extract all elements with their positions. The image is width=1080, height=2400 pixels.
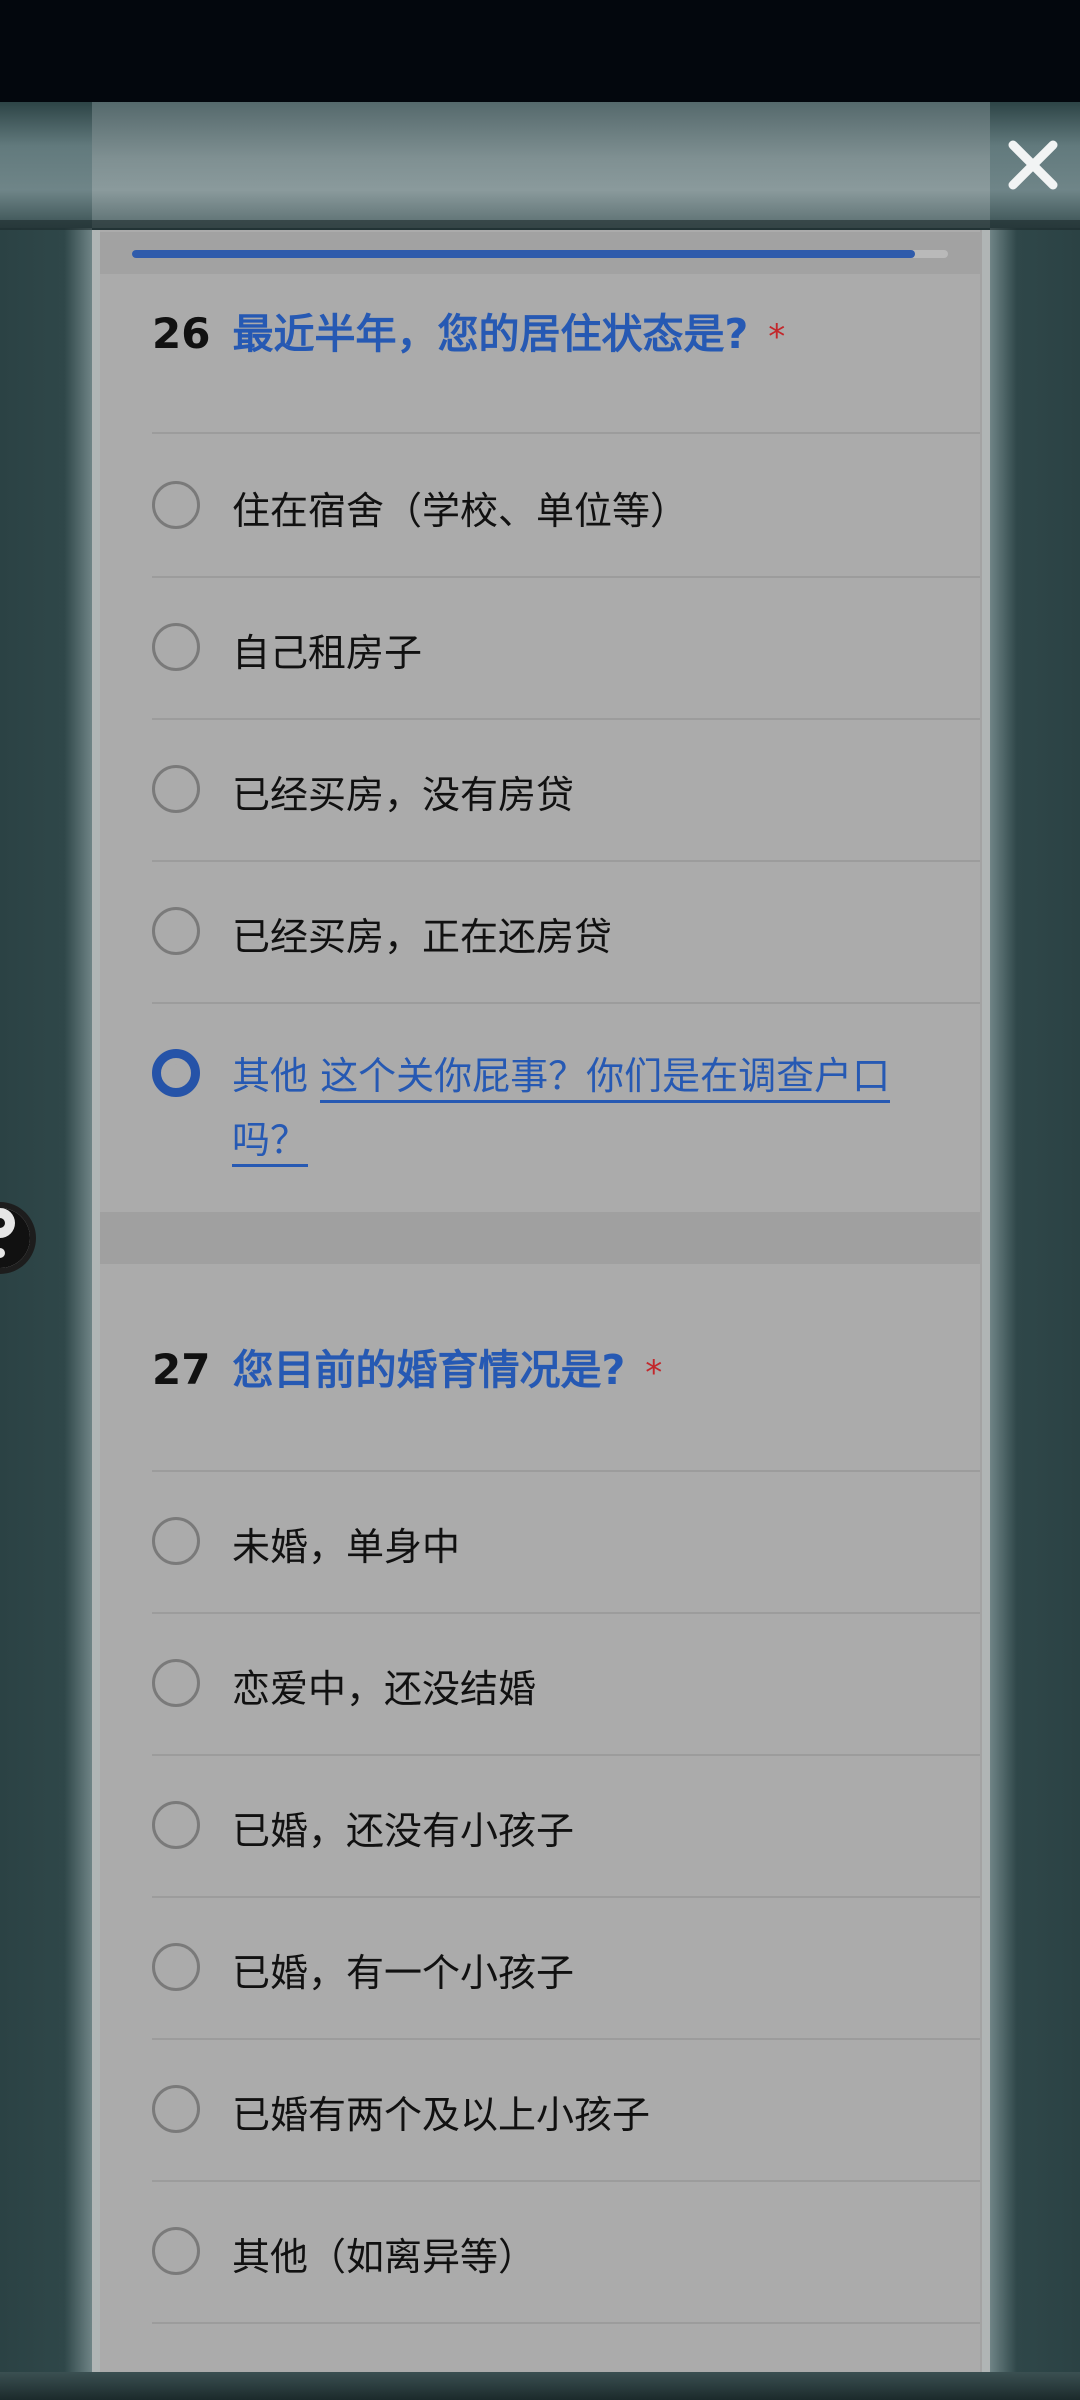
radio-q26-other[interactable] <box>152 1049 200 1097</box>
required-mark: * <box>768 317 786 357</box>
divider <box>152 1470 980 1472</box>
divider <box>152 860 980 862</box>
question-number: 26 <box>152 309 211 358</box>
option-label: 其他 <box>232 1054 309 1098</box>
divider <box>152 2038 980 2040</box>
question-27-title: 27 您目前的婚育情况是? * <box>152 1336 662 1396</box>
option-label[interactable]: 未婚，单身中 <box>232 1516 460 1571</box>
top-bar-shadow <box>0 220 1080 230</box>
close-button[interactable] <box>998 130 1068 200</box>
radio-q26-rent[interactable] <box>152 623 200 671</box>
radio-q26-owned-mortgage[interactable] <box>152 907 200 955</box>
survey-card <box>100 230 980 2400</box>
divider <box>152 2322 980 2324</box>
question-26-title: 26 最近半年，您的居住状态是? * <box>152 300 785 360</box>
radio-q26-dorm[interactable] <box>152 481 200 529</box>
status-bar <box>0 0 1080 102</box>
option-label[interactable]: 自己租房子 <box>232 622 422 677</box>
question-text: 您目前的婚育情况是? <box>232 1346 626 1394</box>
question-text: 最近半年，您的居住状态是? <box>232 310 749 358</box>
radio-q27-dating[interactable] <box>152 1659 200 1707</box>
option-label[interactable]: 住在宿舍（学校、单位等） <box>232 480 688 535</box>
top-bar-inner <box>92 102 990 228</box>
radio-q27-other[interactable] <box>152 2227 200 2275</box>
option-label[interactable]: 已婚，还没有小孩子 <box>232 1800 574 1855</box>
option-label[interactable]: 已婚有两个及以上小孩子 <box>232 2084 650 2139</box>
option-label[interactable]: 其他（如离异等） <box>232 2226 536 2281</box>
panel-edge-right <box>982 230 990 2400</box>
radio-q27-married-one-child[interactable] <box>152 1943 200 1991</box>
option-label[interactable]: 已经买房，没有房贷 <box>232 764 574 819</box>
panel-edge-left <box>92 230 100 2400</box>
radio-q27-married-no-child[interactable] <box>152 1801 200 1849</box>
divider <box>152 1002 980 1004</box>
option-other[interactable]: 其他 这个关你屁事？你们是在调查户口吗？ <box>232 1044 932 1172</box>
divider <box>152 432 980 434</box>
divider <box>152 1612 980 1614</box>
radio-q27-single[interactable] <box>152 1517 200 1565</box>
radio-q26-owned-no-mortgage[interactable] <box>152 765 200 813</box>
question-separator <box>100 1212 980 1264</box>
option-label[interactable]: 已经买房，正在还房贷 <box>232 906 612 961</box>
radio-q27-married-two-plus[interactable] <box>152 2085 200 2133</box>
close-icon <box>1008 140 1058 190</box>
option-label[interactable]: 恋爱中，还没结婚 <box>232 1658 536 1713</box>
option-label[interactable]: 已婚，有一个小孩子 <box>232 1942 574 1997</box>
other-text-input[interactable]: 这个关你屁事？你们是在调查户口吗？ <box>232 1054 891 1167</box>
divider <box>152 1754 980 1756</box>
bottom-edge <box>0 2372 1080 2400</box>
divider <box>152 718 980 720</box>
required-mark: * <box>645 1353 663 1393</box>
right-frame <box>990 102 1080 2400</box>
top-bar <box>0 102 1080 228</box>
yin-yang-icon[interactable] <box>0 1180 56 1296</box>
divider <box>152 576 980 578</box>
divider <box>152 1896 980 1898</box>
question-number: 27 <box>152 1345 211 1394</box>
progress-fill <box>132 250 915 258</box>
divider <box>152 2180 980 2182</box>
